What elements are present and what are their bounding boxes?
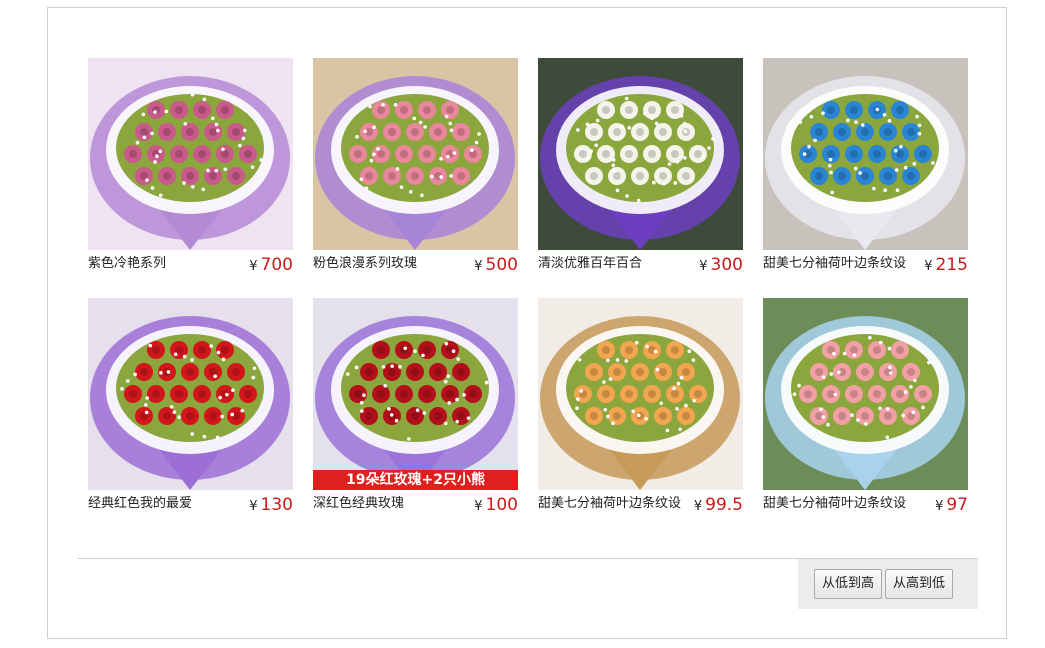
product-card[interactable]: 甜美七分袖荷叶边条纹设 ¥99.5	[538, 298, 743, 518]
product-name[interactable]: 经典红色我的最爱	[88, 496, 192, 512]
currency-symbol: ¥	[935, 499, 944, 514]
product-card[interactable]: 清淡优雅百年百合 ¥300	[538, 58, 743, 278]
product-card[interactable]: 甜美七分袖荷叶边条纹设 ¥215	[763, 58, 968, 278]
product-price: ¥700	[249, 255, 293, 277]
price-amount: 100	[485, 495, 518, 515]
price-amount: 300	[710, 255, 743, 275]
product-name[interactable]: 甜美七分袖荷叶边条纹设	[538, 496, 681, 512]
currency-symbol: ¥	[924, 259, 933, 274]
image-banner-text: 19朵红玫瑰+2只小熊	[346, 472, 485, 488]
sort-high-to-low-button[interactable]: 从高到低	[885, 569, 954, 599]
product-card[interactable]: 经典红色我的最爱 ¥130	[88, 298, 293, 518]
product-image[interactable]: 19朵红玫瑰+2只小熊	[313, 298, 518, 490]
product-price: ¥97	[935, 495, 968, 517]
product-image[interactable]	[538, 58, 743, 250]
product-name[interactable]: 紫色冷艳系列	[88, 256, 166, 272]
product-card[interactable]: 粉色浪漫系列玫瑰 ¥500	[313, 58, 518, 278]
price-amount: 99.5	[705, 495, 743, 515]
product-image[interactable]	[88, 298, 293, 490]
product-price: ¥300	[699, 255, 743, 277]
price-amount: 215	[935, 255, 968, 275]
price-amount: 500	[485, 255, 518, 275]
price-amount: 97	[946, 495, 968, 515]
product-price: ¥130	[249, 495, 293, 517]
product-image[interactable]	[538, 298, 743, 490]
sort-bar: 从低到高 从高到低	[798, 559, 978, 609]
product-image[interactable]	[88, 58, 293, 250]
product-card[interactable]: 紫色冷艳系列 ¥700	[88, 58, 293, 278]
price-amount: 130	[260, 495, 293, 515]
product-image[interactable]	[763, 298, 968, 490]
product-price: ¥500	[474, 255, 518, 277]
product-image[interactable]	[763, 58, 968, 250]
product-panel: 紫色冷艳系列 ¥700 粉色浪漫系列玫瑰 ¥500 清淡优雅百年百合 ¥300 甜美七分袖荷…	[47, 7, 1007, 639]
product-price: ¥99.5	[694, 495, 743, 517]
product-card[interactable]: 甜美七分袖荷叶边条纹设 ¥97	[763, 298, 968, 518]
price-amount: 700	[260, 255, 293, 275]
currency-symbol: ¥	[249, 259, 258, 274]
sort-low-to-high-button[interactable]: 从低到高	[814, 569, 883, 599]
product-name[interactable]: 甜美七分袖荷叶边条纹设	[763, 256, 906, 272]
product-name[interactable]: 粉色浪漫系列玫瑰	[313, 256, 417, 272]
product-price: ¥100	[474, 495, 518, 517]
currency-symbol: ¥	[693, 499, 703, 514]
product-card[interactable]: 19朵红玫瑰+2只小熊深红色经典玫瑰 ¥100	[313, 298, 518, 518]
product-name[interactable]: 深红色经典玫瑰	[313, 496, 404, 512]
product-image[interactable]	[313, 58, 518, 250]
product-price: ¥215	[924, 255, 968, 277]
product-name[interactable]: 甜美七分袖荷叶边条纹设	[763, 496, 906, 512]
product-name[interactable]: 清淡优雅百年百合	[538, 256, 642, 272]
currency-symbol: ¥	[474, 499, 483, 514]
currency-symbol: ¥	[699, 259, 708, 274]
currency-symbol: ¥	[474, 259, 483, 274]
currency-symbol: ¥	[249, 499, 258, 514]
